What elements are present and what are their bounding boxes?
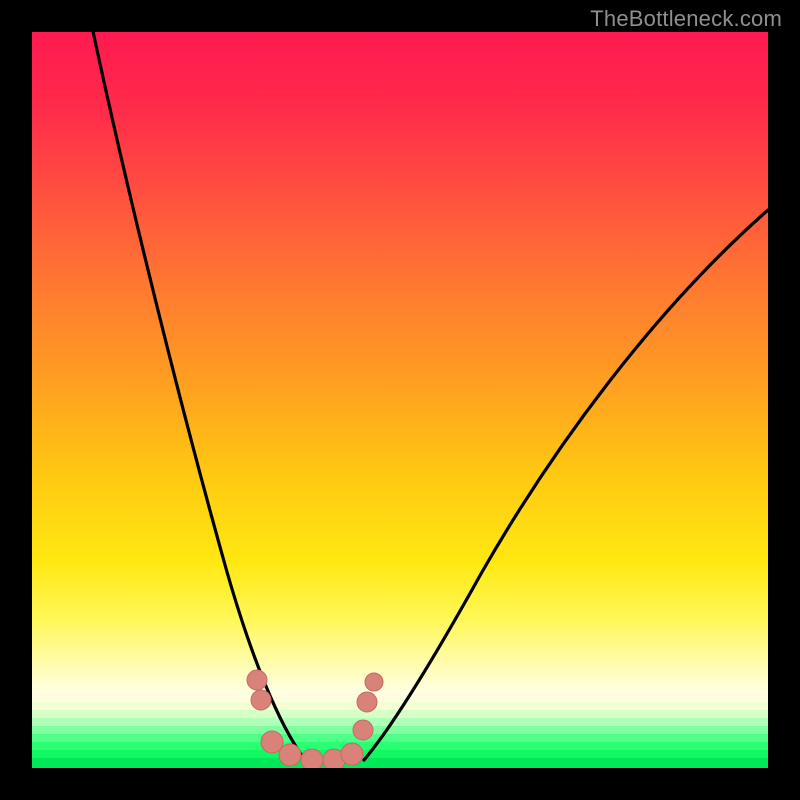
right-curve — [364, 210, 768, 760]
trough-marker-group — [247, 670, 383, 768]
chart-frame: TheBottleneck.com — [0, 0, 800, 800]
left-curve — [91, 32, 305, 760]
trough-marker — [365, 673, 383, 691]
trough-marker — [353, 720, 373, 740]
trough-marker — [279, 744, 301, 766]
curve-overlay — [32, 32, 768, 768]
trough-marker — [357, 692, 377, 712]
trough-marker — [261, 731, 283, 753]
trough-marker — [251, 690, 271, 710]
watermark-text: TheBottleneck.com — [590, 6, 782, 32]
trough-marker — [301, 749, 323, 768]
trough-marker — [247, 670, 267, 690]
plot-area — [32, 32, 768, 768]
trough-marker — [341, 743, 363, 765]
